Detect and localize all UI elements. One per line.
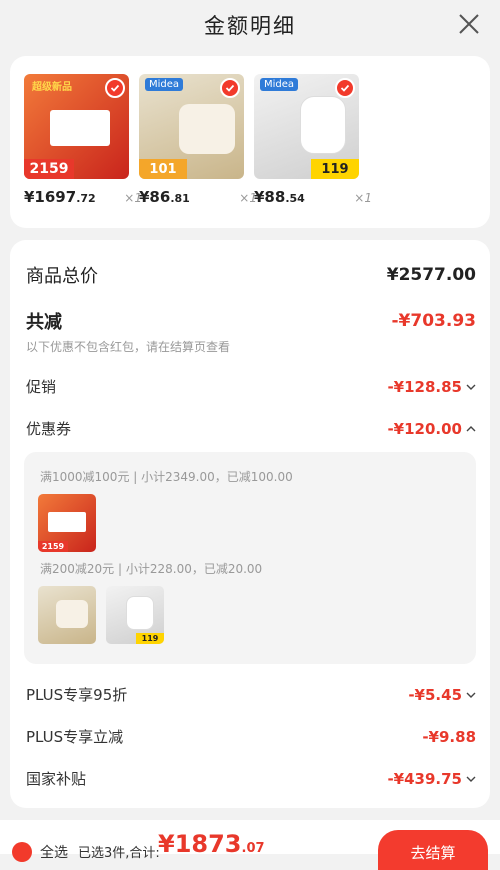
coupon-value: -¥120.00 (387, 419, 462, 438)
subsidy-row[interactable]: 国家补贴 -¥439.75 (26, 768, 476, 789)
checkout-bar: 全选 已选3件,合计: ¥1873.07 去结算 (0, 820, 500, 870)
product-item[interactable]: Midea 101 ¥86.81 ×1 (139, 74, 257, 206)
price-row: ¥1697.72 ×1 (24, 188, 142, 208)
product-badge: Midea (260, 78, 299, 91)
check-icon[interactable] (105, 78, 125, 98)
product-badge: 超级新品 (32, 82, 72, 93)
coupon-group-title: 满1000减100元 | 小计2349.00，已减100.00 (40, 470, 293, 484)
steamer-graphic (179, 104, 235, 154)
discount-row: 共减 -¥703.93 (26, 308, 476, 334)
subsidy-label: 国家补贴 (26, 770, 87, 788)
plus95-row[interactable]: PLUS专享95折 -¥5.45 (26, 684, 476, 705)
product-price: ¥86.81 (139, 188, 190, 206)
promo-label: 促销 (26, 378, 57, 396)
plus95-value: -¥5.45 (408, 685, 462, 704)
coupon-detail-panel: 满1000减100元 | 小计2349.00，已减100.00 2159 满20… (24, 452, 476, 664)
check-icon[interactable] (335, 78, 355, 98)
product-price: ¥1697.72 (24, 188, 96, 206)
plus-direct-label: PLUS专享立减 (26, 728, 124, 746)
product-image: Midea 119 (254, 74, 359, 179)
price-row: ¥88.54 ×1 (254, 188, 372, 208)
check-icon[interactable] (220, 78, 240, 98)
product-item[interactable]: Midea 119 ¥88.54 ×1 (254, 74, 372, 206)
coupon-value-group: -¥120.00 (387, 420, 476, 438)
product-tag: 119 (311, 159, 359, 179)
total-label: 商品总价 (26, 266, 98, 287)
price-summary-card: 商品总价 ¥2577.00 共减 -¥703.93 以下优惠不包含红包，请在结算… (10, 240, 490, 808)
discount-label: 共减 (26, 312, 62, 333)
coupon-row[interactable]: 优惠券 -¥120.00 (26, 418, 476, 439)
product-badge: Midea (145, 78, 184, 91)
product-tag: 101 (139, 159, 187, 179)
plus-direct-row: PLUS专享立减 -¥9.88 (26, 726, 476, 747)
product-qty: ×1 (354, 191, 372, 205)
rice-cooker-graphic (300, 96, 346, 154)
plus95-label: PLUS专享95折 (26, 686, 128, 704)
product-price: ¥88.54 (254, 188, 305, 206)
coupon-group-title: 满200减20元 | 小计228.00，已减20.00 (40, 562, 263, 576)
selected-count: 已选3件,合计: (78, 846, 160, 861)
select-all-label[interactable]: 全选 (40, 842, 68, 862)
product-list-card: 超级新品 2159 ¥1697.72 ×1 Midea 101 ¥86.81 ×… (10, 56, 490, 228)
subsidy-value: -¥439.75 (387, 769, 462, 788)
coupon-label: 优惠券 (26, 420, 72, 438)
product-item[interactable]: 超级新品 2159 ¥1697.72 ×1 (24, 74, 142, 206)
chevron-up-icon (466, 425, 476, 431)
coupon-product-thumb: 119 (106, 586, 164, 644)
checkout-button[interactable]: 去结算 (378, 830, 488, 870)
modal-header: 金额明细 (0, 0, 500, 50)
chevron-down-icon (466, 776, 476, 782)
product-image: Midea 101 (139, 74, 244, 179)
heater-graphic (50, 110, 110, 146)
price-row: ¥86.81 ×1 (139, 188, 257, 208)
plus95-value-group: -¥5.45 (408, 686, 476, 704)
close-icon[interactable] (458, 13, 480, 35)
product-tag: 2159 (24, 159, 74, 179)
product-image: 超级新品 2159 (24, 74, 129, 179)
plus-direct-value: -¥9.88 (422, 727, 476, 746)
subsidy-value-group: -¥439.75 (387, 770, 476, 788)
chevron-down-icon (466, 692, 476, 698)
promo-value-group: -¥128.85 (387, 378, 476, 396)
promo-value: -¥128.85 (387, 377, 462, 396)
total-value: ¥2577.00 (386, 265, 476, 285)
discount-note: 以下优惠不包含红包，请在结算页查看 (26, 340, 231, 354)
discount-value: -¥703.93 (391, 311, 477, 331)
coupon-product-thumb: 2159 (38, 494, 96, 552)
select-all-check-icon[interactable] (12, 842, 32, 862)
chevron-down-icon (466, 384, 476, 390)
promo-row[interactable]: 促销 -¥128.85 (26, 376, 476, 397)
total-row: 商品总价 ¥2577.00 (26, 262, 476, 288)
page-title: 金额明细 (204, 14, 296, 38)
coupon-product-thumb (38, 586, 96, 644)
